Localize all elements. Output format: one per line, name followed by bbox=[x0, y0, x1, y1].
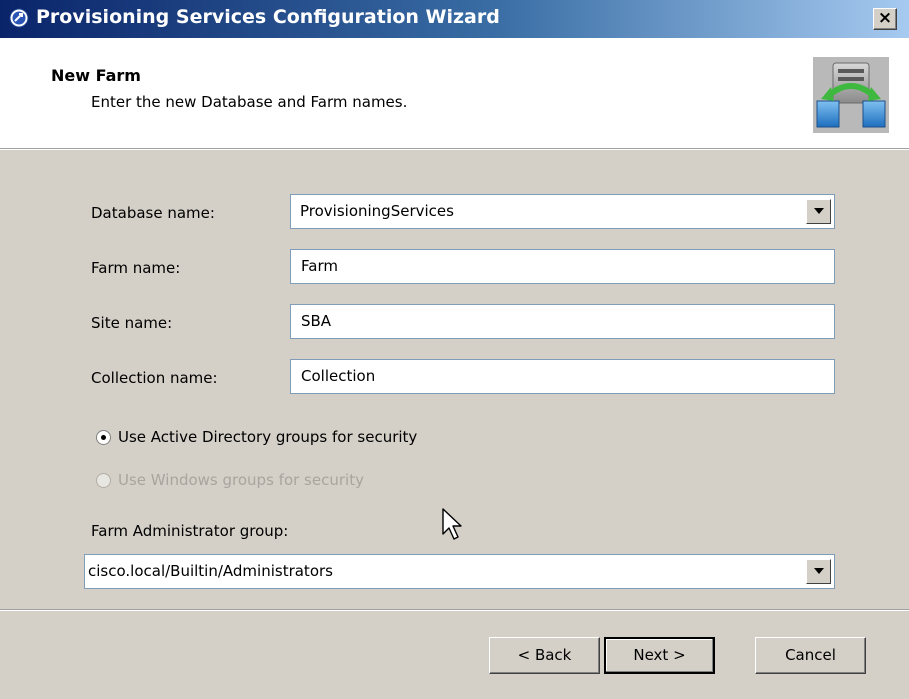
database-name-combo[interactable]: ProvisioningServices bbox=[290, 194, 835, 229]
collection-name-input[interactable]: Collection bbox=[290, 359, 835, 394]
footer-divider-highlight bbox=[0, 610, 909, 611]
radio-button[interactable] bbox=[96, 430, 111, 445]
site-name-label: Site name: bbox=[91, 314, 173, 332]
page-title: New Farm bbox=[51, 66, 141, 85]
database-name-dropdown-button[interactable] bbox=[806, 199, 831, 224]
mouse-pointer-icon bbox=[442, 508, 462, 540]
radio-windows-groups: Use Windows groups for security bbox=[96, 471, 516, 495]
wizard-window: Provisioning Services Configuration Wiza… bbox=[0, 0, 909, 699]
back-button[interactable]: < Back bbox=[489, 637, 600, 674]
farm-admin-group-value: cisco.local/Builtin/Administrators bbox=[88, 562, 333, 580]
radio-button-disabled bbox=[96, 473, 111, 488]
close-icon: × bbox=[877, 8, 893, 28]
citrix-app-icon bbox=[9, 8, 29, 28]
database-name-value: ProvisioningServices bbox=[300, 202, 454, 220]
header-divider bbox=[0, 149, 909, 150]
farm-admin-group-label: Farm Administrator group: bbox=[91, 522, 289, 540]
server-sync-icon bbox=[813, 57, 889, 133]
cancel-button[interactable]: Cancel bbox=[755, 637, 866, 674]
farm-name-input[interactable]: Farm bbox=[290, 249, 835, 284]
farm-admin-group-combo[interactable]: cisco.local/Builtin/Administrators bbox=[84, 554, 835, 589]
radio-active-directory[interactable]: Use Active Directory groups for security bbox=[96, 428, 516, 452]
window-title: Provisioning Services Configuration Wiza… bbox=[36, 6, 500, 28]
next-button[interactable]: Next > bbox=[604, 637, 715, 674]
title-bar[interactable]: Provisioning Services Configuration Wiza… bbox=[0, 0, 909, 38]
collection-name-label: Collection name: bbox=[91, 369, 218, 387]
chevron-down-icon bbox=[814, 568, 824, 574]
chevron-down-icon bbox=[814, 208, 824, 214]
close-button[interactable]: × bbox=[873, 8, 897, 30]
farm-name-label: Farm name: bbox=[91, 259, 181, 277]
wizard-header: New Farm Enter the new Database and Farm… bbox=[0, 38, 909, 149]
page-subtitle: Enter the new Database and Farm names. bbox=[91, 93, 408, 111]
radio-active-directory-label: Use Active Directory groups for security bbox=[118, 428, 418, 446]
radio-selected-dot bbox=[101, 435, 106, 440]
database-name-label: Database name: bbox=[91, 204, 215, 222]
radio-windows-groups-label: Use Windows groups for security bbox=[118, 471, 364, 489]
site-name-input[interactable]: SBA bbox=[290, 304, 835, 339]
farm-admin-group-dropdown-button[interactable] bbox=[806, 559, 831, 584]
